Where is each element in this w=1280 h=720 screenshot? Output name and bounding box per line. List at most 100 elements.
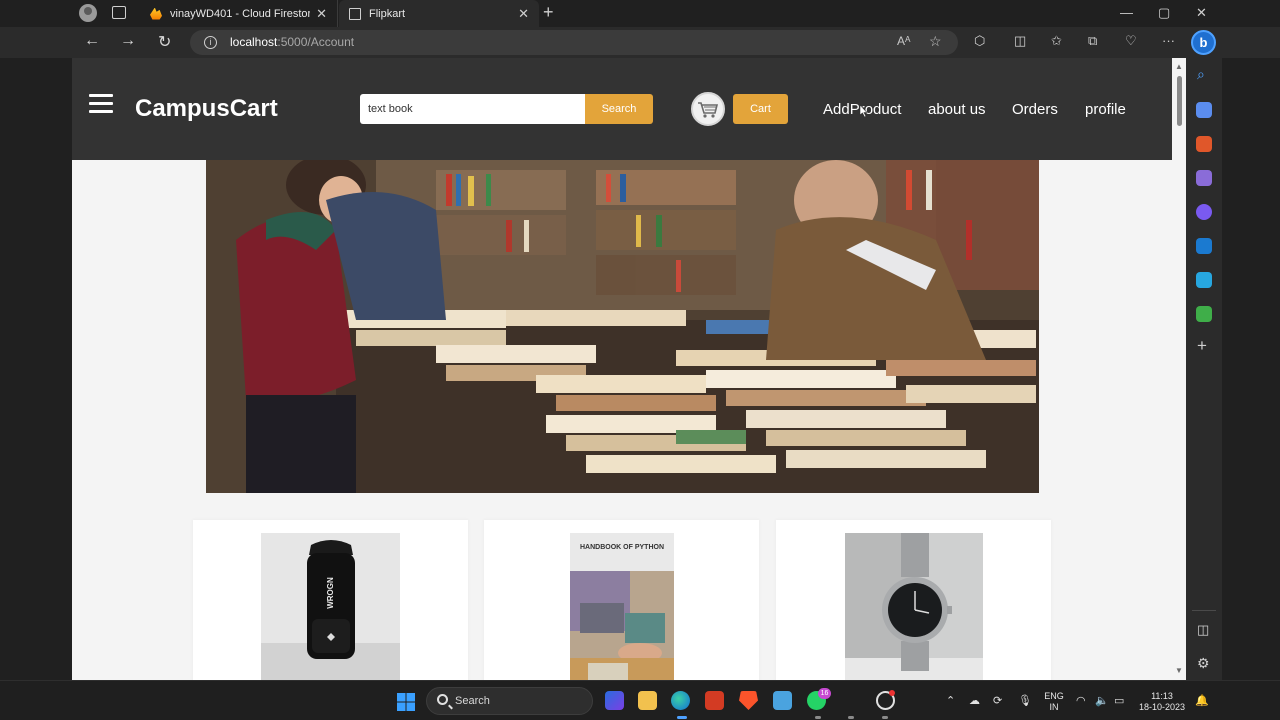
url-path: :5000/Account [277,35,355,49]
copilot-sidebar-icon[interactable] [1196,204,1212,220]
page-scrollbar[interactable]: ▲ ▼ [1173,58,1186,680]
running-indicator [882,716,888,719]
firebase-icon [150,7,162,20]
tab-title: Flipkart [369,7,406,20]
wifi-icon[interactable]: ◠ [1076,694,1086,707]
maximize-icon[interactable]: ▢ [1158,5,1170,21]
product-card[interactable]: HANDBOOK OF PYTHON [484,520,759,680]
tab-close-icon[interactable]: ✕ [518,6,529,22]
search-icon [437,694,448,705]
notification-dot [889,690,895,696]
widgets-icon[interactable] [605,691,624,710]
browser-tab-flipkart[interactable]: Flipkart ✕ [339,0,539,27]
language-code: ENG [1044,691,1064,701]
scroll-down-icon[interactable]: ▼ [1175,666,1183,675]
volume-icon[interactable]: 🔈 [1095,694,1109,707]
minimize-icon[interactable]: — [1120,5,1133,20]
windows-taskbar: Search 16 ⌃ ☁ ⟳ 🎙 ENG IN ◠ 🔈 ▭ 11:13 18-… [0,680,1280,720]
favorites-icon[interactable]: ✩ [1051,33,1062,49]
back-arrow-icon[interactable]: ← [84,32,100,50]
mouse-pointer-icon [859,104,868,118]
games-icon[interactable] [1196,170,1212,186]
search-input[interactable] [360,94,585,124]
favorite-star-icon[interactable]: ☆ [929,33,942,50]
settings-gear-icon[interactable]: ⚙ [1197,655,1210,672]
show-hidden-icons-chevron-icon[interactable]: ⌃ [946,694,955,707]
microphone-icon[interactable]: 🎙 [1018,694,1032,707]
clock-time: 11:13 [1151,691,1173,701]
tab-close-icon[interactable]: ✕ [316,6,327,22]
region-code: IN [1049,702,1059,712]
language-indicator[interactable]: ENG IN [1042,691,1066,713]
browser-tab-firestore[interactable]: vinayWD401 - Cloud Firestore - F ✕ [140,0,338,27]
backpack-brand-text: WROGN [326,577,335,609]
split-screen-icon[interactable]: ◫ [1014,33,1026,49]
nav-profile[interactable]: profile [1085,101,1126,118]
product-image-python-book[interactable]: HANDBOOK OF PYTHON [570,533,674,680]
brave-browser-icon[interactable] [739,691,758,710]
tab-actions-icon[interactable] [112,6,126,19]
shopping-cart-icon[interactable] [691,92,725,126]
clock-date: 18-10-2023 [1138,702,1186,712]
hide-sidebar-icon[interactable]: ◫ [1197,622,1209,638]
scroll-up-icon[interactable]: ▲ [1175,62,1183,71]
file-explorer-icon[interactable] [638,691,657,710]
send-icon[interactable] [1196,272,1212,288]
copilot-icon[interactable]: b [1191,30,1216,55]
url-text[interactable]: localhost:5000/Account [230,35,354,49]
running-indicator [815,716,821,719]
search-icon[interactable]: ⌕ [1197,66,1205,83]
onedrive-cloud-icon[interactable]: ☁ [969,694,980,707]
refresh-icon[interactable]: ↻ [158,32,171,52]
sidebar-divider [1192,610,1216,611]
forward-arrow-icon[interactable]: → [120,32,136,50]
browser-toolbar: ← → ↻ i localhost:5000/Account Aᴬ ☆ ⬡ ◫ … [0,27,1280,58]
shopping-tag-icon[interactable] [1196,102,1212,118]
product-card[interactable] [776,520,1051,680]
add-sidebar-app-icon[interactable]: + [1197,336,1207,356]
document-icon [349,7,361,20]
windows-start-icon[interactable] [397,693,415,711]
tab-title: vinayWD401 - Cloud Firestore - F [170,7,311,20]
nav-orders[interactable]: Orders [1012,101,1058,118]
tools-briefcase-icon[interactable] [1196,136,1212,152]
book-title-text: HANDBOOK OF PYTHON [580,544,664,551]
site-header: CampusCart Search Cart AddProduct about … [72,58,1172,160]
active-app-indicator [677,716,687,719]
notifications-bell-icon[interactable]: 🔔 [1195,694,1209,707]
browser-essentials-icon[interactable]: ♡ [1125,33,1137,49]
nav-about-us[interactable]: about us [928,101,986,118]
more-options-icon[interactable]: ··· [1162,33,1175,48]
sync-icon[interactable]: ⟳ [993,694,1002,707]
new-tab-plus-icon[interactable]: + [543,2,554,23]
site-info-icon[interactable]: i [204,36,217,49]
product-card[interactable]: WROGN [193,520,468,680]
office-icon[interactable] [705,691,724,710]
taskbar-search[interactable]: Search [426,687,593,715]
product-image-watch[interactable] [845,533,983,680]
notepad-icon[interactable] [773,691,792,710]
address-bar[interactable]: i localhost:5000/Account Aᴬ ☆ [190,30,958,55]
site-brand[interactable]: CampusCart [135,95,278,123]
outlook-icon[interactable] [1196,238,1212,254]
clock[interactable]: 11:13 18-10-2023 [1136,691,1188,713]
battery-icon[interactable]: ▭ [1114,694,1124,707]
read-aloud-icon[interactable]: Aᴬ [897,34,910,48]
edge-sidebar: ⌕ + ◫ ⚙ [1186,58,1222,680]
search-button[interactable]: Search [585,94,653,124]
scrollbar-thumb[interactable] [1177,76,1182,126]
browser-tab-bar: vinayWD401 - Cloud Firestore - F ✕ Flipk… [0,0,1280,27]
edge-browser-icon[interactable] [671,691,690,710]
extensions-icon[interactable]: ⬡ [974,33,985,49]
hero-bookstore-image [206,160,1039,493]
profile-avatar-icon[interactable] [79,4,97,22]
product-image-backpack[interactable]: WROGN [261,533,400,680]
url-host: localhost [230,35,278,49]
collections-icon[interactable]: ⧉ [1088,33,1097,49]
whatsapp-badge: 16 [818,688,831,699]
window-close-icon[interactable]: ✕ [1196,5,1207,21]
cart-button[interactable]: Cart [733,94,788,124]
running-indicator [848,716,854,719]
apps-icon[interactable] [1196,306,1212,322]
hamburger-menu-icon[interactable] [89,94,113,114]
